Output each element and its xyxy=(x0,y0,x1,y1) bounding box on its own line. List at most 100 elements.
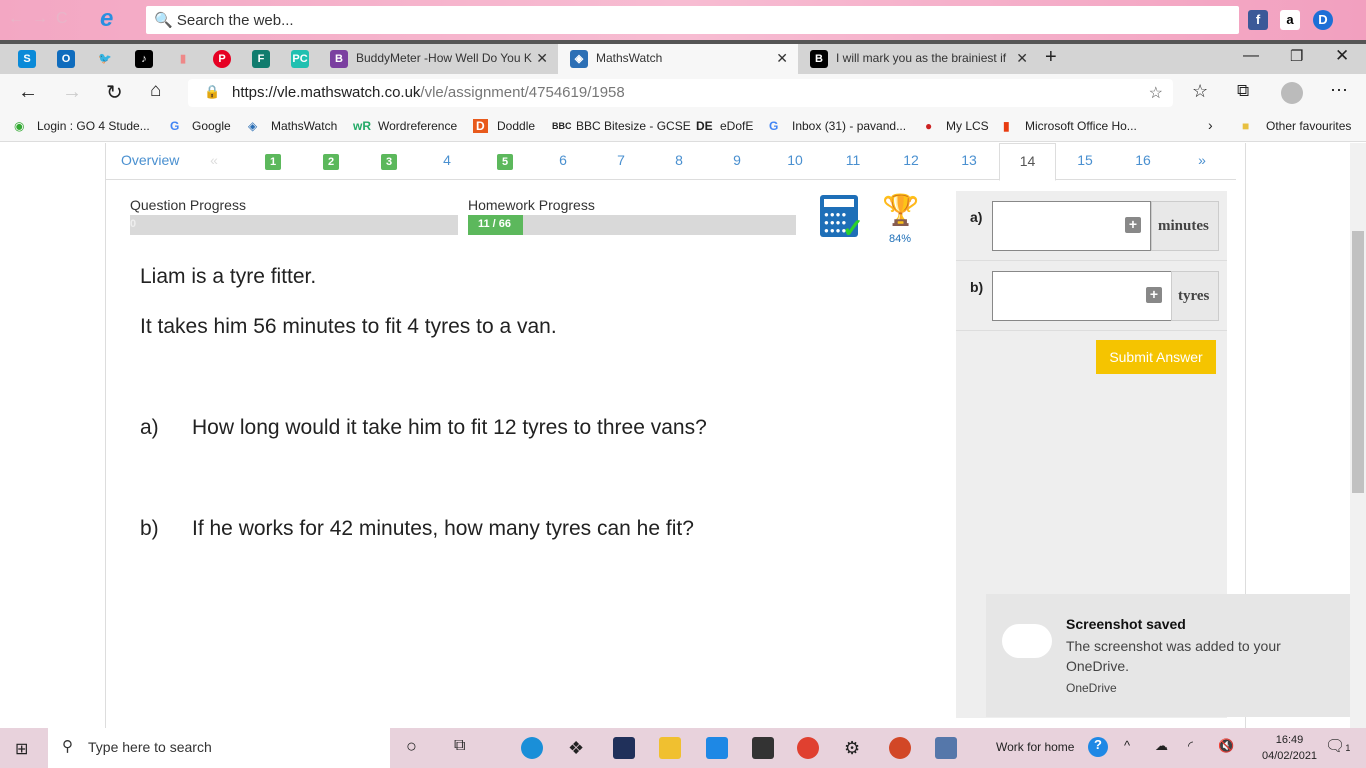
forms-icon[interactable]: F xyxy=(252,50,270,68)
amazon-icon[interactable]: a xyxy=(1280,10,1300,30)
chart-icon[interactable]: ▮ xyxy=(174,50,192,68)
question-nav-item-1[interactable]: 1 xyxy=(258,152,288,170)
onedrive-tray-icon[interactable]: ☁ xyxy=(1155,738,1168,754)
edge-icon[interactable] xyxy=(521,737,543,759)
collections-icon[interactable]: ⧉ xyxy=(1237,81,1249,101)
forward-button[interactable]: → xyxy=(62,81,82,104)
close-icon[interactable]: ✕ xyxy=(776,50,788,67)
mail-icon[interactable] xyxy=(706,737,728,759)
add-favourite-icon[interactable]: ☆ xyxy=(1149,83,1163,103)
settings-icon[interactable]: ⚙ xyxy=(844,737,866,759)
pc-icon[interactable]: PC xyxy=(291,50,309,68)
question-nav-item-12[interactable]: 12 xyxy=(896,152,926,168)
question-nav-item-2[interactable]: 2 xyxy=(316,152,346,170)
buddymeter-icon: B xyxy=(330,50,348,68)
profile-avatar[interactable] xyxy=(1281,82,1303,104)
prev-link[interactable]: « xyxy=(199,152,229,168)
bookmark[interactable]: eDofE xyxy=(720,119,753,133)
question-nav-item-10[interactable]: 10 xyxy=(780,152,810,168)
back-button[interactable]: ← xyxy=(18,81,38,104)
question-number: 14 xyxy=(1019,153,1036,169)
tiktok-icon[interactable]: ♪ xyxy=(135,50,153,68)
question-nav-item-7[interactable]: 7 xyxy=(606,152,636,168)
file-explorer-icon[interactable] xyxy=(659,737,681,759)
answer-b-input[interactable] xyxy=(992,271,1172,321)
scrollbar[interactable] xyxy=(1350,143,1366,728)
question-nav-item-9[interactable]: 9 xyxy=(722,152,752,168)
bookmark[interactable]: My LCS xyxy=(946,119,989,133)
plus-icon[interactable]: + xyxy=(1146,287,1162,303)
web-search-input[interactable]: 🔍 Search the web... xyxy=(146,6,1239,34)
ie-nav-icons[interactable]: ←→C xyxy=(8,10,76,28)
chrome-icon[interactable] xyxy=(797,737,819,759)
restore-button[interactable]: ❐ xyxy=(1290,47,1303,65)
store-icon[interactable] xyxy=(752,737,774,759)
dropbox-icon[interactable]: ❖ xyxy=(568,737,590,759)
tab-brainly[interactable]: B I will mark you as the brainiest if ✕ xyxy=(798,44,1038,74)
chevron-right-icon[interactable]: › xyxy=(1208,117,1213,133)
facebook-icon[interactable]: f xyxy=(1248,10,1268,30)
notifications-icon[interactable]: 🗨1 xyxy=(1325,736,1350,756)
overview-link[interactable]: Overview xyxy=(121,152,179,168)
more-icon[interactable]: ⋯ xyxy=(1330,80,1348,101)
question-nav-item-13[interactable]: 13 xyxy=(954,152,984,168)
folder-icon: ■ xyxy=(1242,119,1250,133)
minimize-button[interactable]: — xyxy=(1243,47,1259,65)
app-icon[interactable] xyxy=(613,737,635,759)
submit-answer-button[interactable]: Submit Answer xyxy=(1096,340,1216,374)
bookmark[interactable]: Wordreference xyxy=(378,119,457,133)
volume-muted-icon[interactable]: 🔇 xyxy=(1218,738,1234,754)
answer-b-label: b) xyxy=(970,279,984,295)
next-link[interactable]: » xyxy=(1187,152,1217,168)
bookmark[interactable]: BBC Bitesize - GCSE xyxy=(576,119,691,133)
chevron-up-icon[interactable]: ^ xyxy=(1124,738,1130,753)
close-icon[interactable]: ✕ xyxy=(536,50,548,67)
question-nav-item-14[interactable]: 14 xyxy=(999,143,1056,181)
other-favourites[interactable]: Other favourites xyxy=(1266,119,1351,133)
help-icon[interactable]: ? xyxy=(1088,737,1108,757)
twitter-icon[interactable]: 🐦 xyxy=(96,50,114,68)
url-input[interactable]: 🔒 https://vle.mathswatch.co.uk/vle/assig… xyxy=(188,79,1173,107)
tab-buddymeter[interactable]: B BuddyMeter -How Well Do You K ✕ xyxy=(318,44,558,74)
task-view-icon[interactable]: ⧉ xyxy=(454,737,465,755)
bookmark[interactable]: Microsoft Office Ho... xyxy=(1025,119,1137,133)
question-nav-item-15[interactable]: 15 xyxy=(1070,152,1100,168)
cortana-icon[interactable]: ○ xyxy=(406,736,417,757)
bookmarks-bar: ◉ Login : GO 4 Stude... G Google ◈ Maths… xyxy=(0,112,1366,142)
work-for-home-toolbar[interactable]: Work for home xyxy=(996,740,1074,754)
favourites-icon[interactable]: ☆ xyxy=(1192,81,1208,102)
skype-icon[interactable]: S xyxy=(18,50,36,68)
plus-icon[interactable]: + xyxy=(1125,217,1141,233)
wifi-icon[interactable]: ◜ xyxy=(1188,738,1193,754)
question-nav-item-8[interactable]: 8 xyxy=(664,152,694,168)
question-nav-item-11[interactable]: 11 xyxy=(838,152,868,168)
bookmark[interactable]: Google xyxy=(192,119,231,133)
pinterest-icon[interactable]: P xyxy=(213,50,231,68)
tab-mathswatch[interactable]: ◈ MathsWatch ✕ xyxy=(558,44,798,74)
close-icon[interactable]: ✕ xyxy=(1016,50,1028,67)
bookmark[interactable]: Doddle xyxy=(497,119,535,133)
powerpoint-icon[interactable] xyxy=(889,737,911,759)
bookmark[interactable]: Inbox (31) - pavand... xyxy=(792,119,906,133)
lock-icon: 🔒 xyxy=(204,84,221,99)
onedrive-toast[interactable]: Screenshot saved The screenshot was adde… xyxy=(986,594,1350,717)
question-nav-item-5[interactable]: 5 xyxy=(490,152,520,170)
outlook-icon[interactable]: O xyxy=(57,50,75,68)
question-progress-value: 0 xyxy=(130,218,137,230)
question-nav-item-6[interactable]: 6 xyxy=(548,152,578,168)
ie-logo-icon[interactable]: e xyxy=(100,5,113,33)
close-window-button[interactable]: ✕ xyxy=(1335,46,1349,66)
question-nav-item-4[interactable]: 4 xyxy=(432,152,462,168)
calculator-icon[interactable] xyxy=(935,737,957,759)
bookmark[interactable]: MathsWatch xyxy=(271,119,337,133)
bookmark[interactable]: Login : GO 4 Stude... xyxy=(37,119,150,133)
home-button[interactable]: ⌂ xyxy=(150,80,161,102)
refresh-button[interactable]: ↻ xyxy=(106,80,123,105)
question-nav-item-3[interactable]: 3 xyxy=(374,152,404,170)
taskbar-search[interactable]: ⚲ Type here to search xyxy=(48,728,390,768)
question-nav-item-16[interactable]: 16 xyxy=(1128,152,1158,168)
windows-start-icon[interactable]: ⊞ xyxy=(15,739,28,759)
new-tab-button[interactable]: + xyxy=(1045,46,1057,69)
clock[interactable]: 16:49 04/02/2021 xyxy=(1262,732,1317,764)
d-icon[interactable]: D xyxy=(1313,10,1333,30)
